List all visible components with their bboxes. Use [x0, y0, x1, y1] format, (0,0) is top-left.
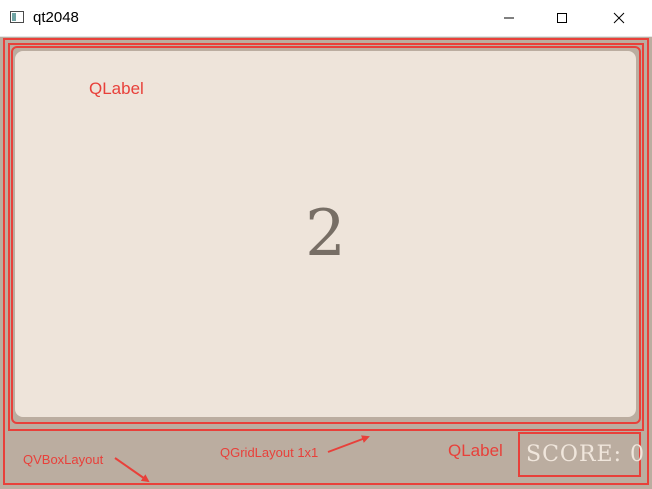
title-bar[interactable]: qt2048 [0, 0, 652, 37]
score-label: SCORE: 0 [518, 432, 644, 477]
score-text: SCORE: 0 [526, 442, 645, 467]
minimize-icon [504, 17, 514, 19]
maximize-button[interactable] [539, 0, 585, 36]
minimize-button[interactable] [486, 0, 532, 36]
window-title: qt2048 [33, 9, 79, 26]
annotation-qlabel-bottom: QLabel [448, 441, 503, 460]
tile-value: 2 [305, 197, 346, 271]
maximize-icon [557, 13, 567, 23]
annotation-vbox-layout: QVBoxLayout [23, 452, 104, 467]
annotation-qlabel-top: QLabel [89, 79, 144, 98]
close-button[interactable] [596, 0, 642, 36]
close-icon [613, 12, 625, 24]
app-window: qt2048 2 SCORE: 0 QLabel QLabel QGridLay… [0, 0, 652, 489]
tile: 2 [15, 51, 636, 417]
annotation-grid-layout: QGridLayout 1x1 [220, 445, 319, 460]
app-window-icon [10, 11, 24, 23]
